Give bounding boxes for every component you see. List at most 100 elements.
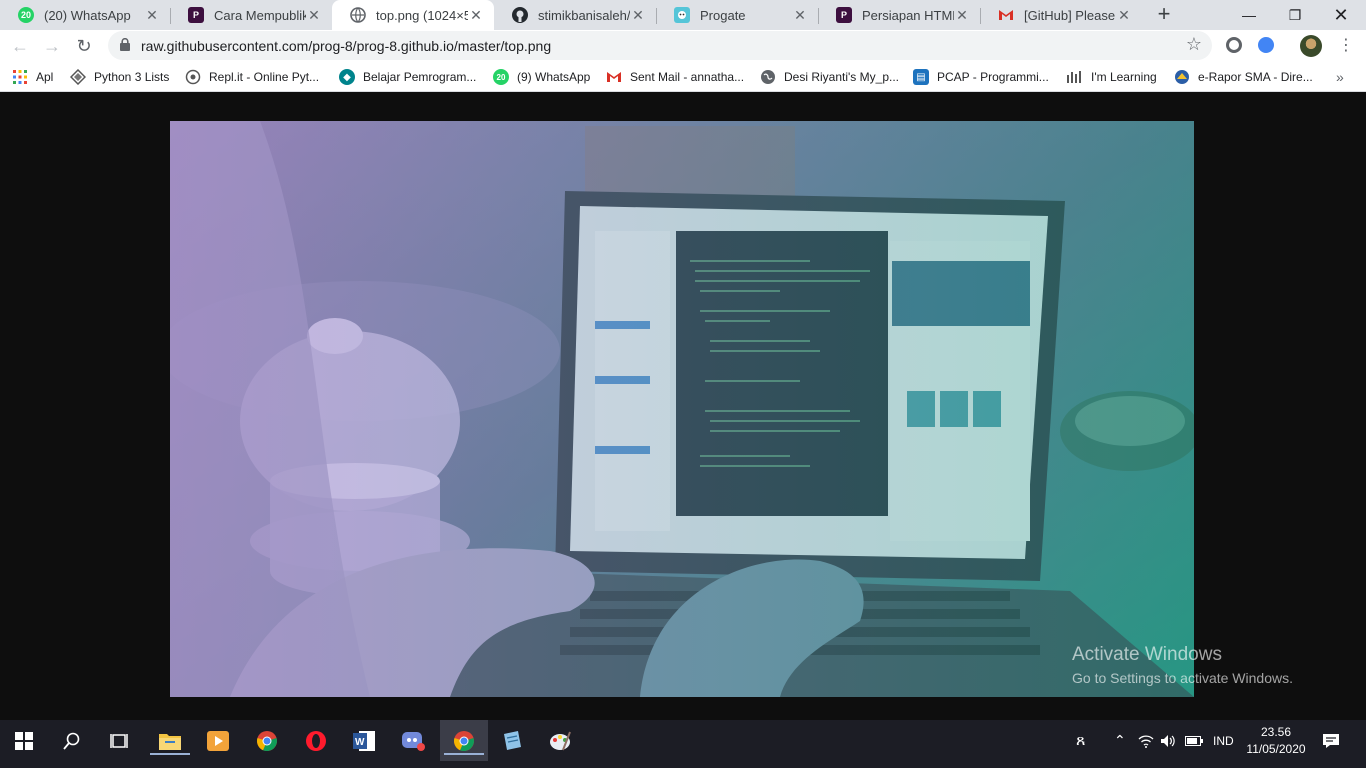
running-indicator <box>150 753 190 755</box>
file-explorer-icon <box>159 733 181 750</box>
tab-title: stimikbanisaleh/de <box>538 7 630 23</box>
tab-whatsapp[interactable]: 20 (20) WhatsApp ✕ <box>0 0 170 30</box>
bookmark-label: Python 3 Lists <box>94 70 170 84</box>
tab-github-verify[interactable]: [GitHub] Please ve ✕ <box>980 0 1142 30</box>
taskbar-paint[interactable] <box>536 720 584 761</box>
system-clock[interactable]: 23.56 11/05/2020 <box>1240 724 1312 758</box>
watermark-subtitle: Go to Settings to activate Windows. <box>1072 670 1293 686</box>
close-window-button[interactable]: ✕ <box>1318 0 1364 30</box>
volume-icon[interactable] <box>1160 720 1176 761</box>
bookmark-replit[interactable]: Repl.it - Online Pyt... <box>185 62 319 92</box>
bookmarks-overflow-icon[interactable]: » <box>1336 62 1344 92</box>
tab-title: Cara Mempublikas <box>214 7 306 23</box>
taskbar-discord[interactable] <box>390 720 438 761</box>
whatsapp-icon: 20 <box>493 69 509 85</box>
tab-top-png[interactable]: top.png (1024×57 ✕ <box>332 0 494 30</box>
bookmark-label: I'm Learning <box>1091 70 1157 84</box>
tab-title: [GitHub] Please ve <box>1024 7 1116 23</box>
bookmark-sent-mail[interactable]: Sent Mail - annatha... <box>606 62 744 92</box>
bookmark-label: Apl <box>36 70 54 84</box>
gmail-icon <box>998 7 1014 23</box>
bookmark-label: Sent Mail - annatha... <box>630 70 745 84</box>
input-language-indicator[interactable]: IND <box>1213 720 1234 761</box>
bookmark-python-lists[interactable]: Python 3 Lists <box>70 62 169 92</box>
bookmark-star-icon[interactable]: ☆ <box>1186 34 1202 55</box>
people-icon[interactable]: ጸ <box>1076 720 1096 761</box>
taskbar-notepad[interactable] <box>488 720 536 761</box>
laptop-photo <box>170 121 1194 697</box>
back-button[interactable]: ← <box>8 34 32 58</box>
search-icon <box>63 732 80 750</box>
pcap-icon: ▤ <box>913 69 929 85</box>
address-bar[interactable]: raw.githubusercontent.com/prog-8/prog-8.… <box>108 31 1212 60</box>
taskbar-chrome[interactable] <box>243 720 291 761</box>
notepad-icon <box>504 730 521 750</box>
svg-text:W: W <box>355 737 365 748</box>
bookmark-label: Repl.it - Online Pyt... <box>209 70 320 84</box>
notifications-icon[interactable] <box>1322 720 1340 761</box>
show-hidden-icons-chevron-up-icon[interactable]: ⌃ <box>1114 720 1130 761</box>
tab-title: (20) WhatsApp <box>44 7 131 23</box>
bookmark-erapor[interactable]: e-Rapor SMA - Dire... <box>1174 62 1313 92</box>
taskbar-media-player[interactable] <box>194 720 242 761</box>
start-button[interactable] <box>0 720 48 761</box>
tab-title: Progate <box>700 7 746 23</box>
bookmarks-bar: Apl Python 3 Lists Repl.it - Online Pyt.… <box>0 62 1366 92</box>
network-wifi-icon[interactable] <box>1138 720 1154 761</box>
close-icon[interactable]: ✕ <box>1116 7 1132 23</box>
restore-button[interactable]: ❐ <box>1272 0 1318 30</box>
running-indicator <box>444 753 484 755</box>
close-icon[interactable]: ✕ <box>468 7 484 23</box>
extension-circle-icon[interactable] <box>1226 37 1242 53</box>
github-icon <box>512 7 528 23</box>
reload-button[interactable]: ↻ <box>72 34 96 58</box>
close-icon[interactable]: ✕ <box>954 7 970 23</box>
battery-icon[interactable] <box>1185 720 1203 761</box>
progate-icon <box>674 7 690 23</box>
search-button[interactable] <box>48 720 96 761</box>
clock-time: 23.56 <box>1260 725 1292 739</box>
bookmark-whatsapp[interactable]: 20 (9) WhatsApp <box>493 62 590 92</box>
image-viewer <box>0 96 1366 720</box>
gmail-icon <box>606 69 622 85</box>
taskbar-chrome-active[interactable] <box>440 720 488 761</box>
dicoding-icon: ◆ <box>339 69 355 85</box>
tab-progate[interactable]: Progate ✕ <box>656 0 818 30</box>
taskbar-word[interactable]: W <box>340 720 388 761</box>
bookmark-im-learning[interactable]: I'm Learning <box>1067 62 1157 92</box>
apps-grid-icon <box>12 69 28 85</box>
close-icon[interactable]: ✕ <box>630 7 646 23</box>
extension-search-icon[interactable] <box>1258 37 1274 53</box>
bookmark-label: Desi Riyanti's My_p... <box>784 70 899 84</box>
menu-kebab-icon[interactable]: ⋮ <box>1334 34 1358 58</box>
profile-avatar[interactable] <box>1300 35 1322 57</box>
task-view-button[interactable] <box>96 720 144 761</box>
tab-persiapan-html[interactable]: P Persiapan HTML & ✕ <box>818 0 980 30</box>
media-player-icon <box>207 730 229 751</box>
new-tab-button[interactable]: + <box>1152 0 1176 30</box>
chrome-icon <box>257 730 277 751</box>
minimize-button[interactable]: — <box>1226 0 1272 30</box>
bookmark-dicoding[interactable]: ◆ Belajar Pemrogram... <box>339 62 476 92</box>
discord-icon <box>402 731 425 751</box>
bookmark-pcap[interactable]: ▤ PCAP - Programmi... <box>913 62 1049 92</box>
globe-icon <box>760 69 776 85</box>
tab-github[interactable]: stimikbanisaleh/de ✕ <box>494 0 656 30</box>
close-icon[interactable]: ✕ <box>792 7 808 23</box>
windows-taskbar: W ጸ ⌃ IND 23.56 11/05/2020 <box>0 720 1366 768</box>
bookmark-desi-riyanti[interactable]: Desi Riyanti's My_p... <box>760 62 899 92</box>
url-text[interactable]: raw.githubusercontent.com/prog-8/prog-8.… <box>141 38 551 54</box>
tab-strip: 20 (20) WhatsApp ✕ P Cara Mempublikas ✕ … <box>0 0 1366 30</box>
close-icon[interactable]: ✕ <box>144 7 160 23</box>
forward-button[interactable]: → <box>40 34 64 58</box>
tab-title: Persiapan HTML & <box>862 7 954 23</box>
lock-icon[interactable] <box>120 38 130 51</box>
browser-toolbar: ← → ↻ raw.githubusercontent.com/prog-8/p… <box>0 30 1366 62</box>
taskbar-file-explorer[interactable] <box>146 720 194 761</box>
tab-cara-mempublikasikan[interactable]: P Cara Mempublikas ✕ <box>170 0 332 30</box>
replit-icon <box>185 69 201 85</box>
taskbar-opera[interactable] <box>292 720 340 761</box>
bookmark-apps[interactable]: Apl <box>12 62 53 92</box>
word-icon: W <box>353 730 375 751</box>
close-icon[interactable]: ✕ <box>306 7 322 23</box>
